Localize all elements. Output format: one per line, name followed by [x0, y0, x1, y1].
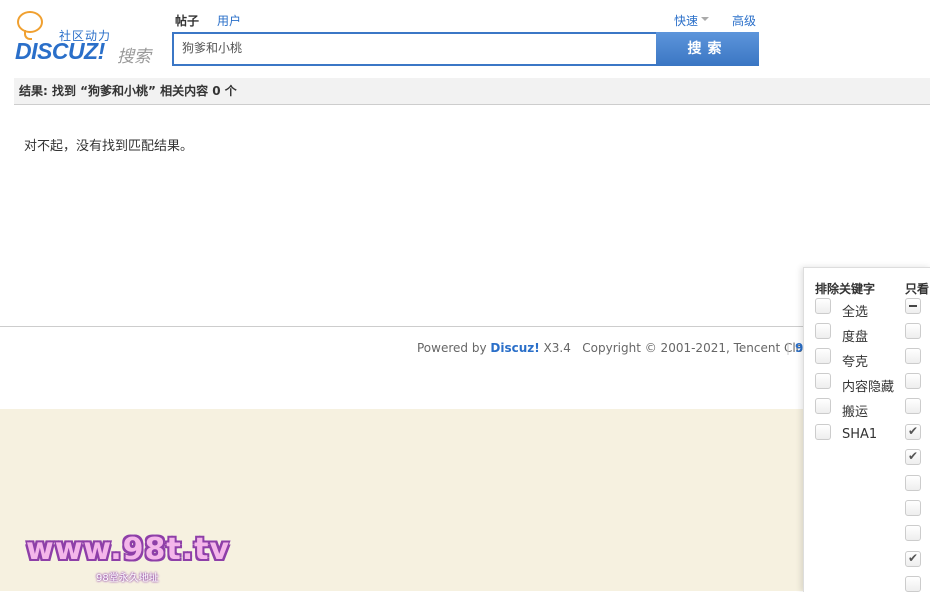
quick-search-link[interactable]: 快速 — [674, 12, 698, 29]
only-view-checkbox[interactable] — [905, 398, 921, 414]
logo-subtitle: 搜索 — [117, 47, 151, 67]
checkbox[interactable] — [815, 323, 831, 339]
exclude-keywords-header: 排除关键字 — [815, 282, 876, 296]
only-view-checkbox[interactable] — [905, 475, 921, 491]
only-view-checkbox[interactable] — [905, 449, 921, 465]
exclude-label: 度盘 — [842, 330, 869, 345]
footer-text: Powered by Discuz! X3.4 Copyright © 2001… — [417, 341, 822, 355]
checkbox[interactable] — [815, 298, 831, 314]
footer-powered: Powered by — [417, 341, 491, 355]
exclude-label: 全选 — [842, 305, 869, 320]
checkbox[interactable] — [815, 398, 831, 414]
only-view-checkbox[interactable] — [905, 348, 921, 364]
logo-brand[interactable]: DISCUZ! — [15, 38, 105, 65]
exclude-label: 夸克 — [842, 355, 869, 370]
only-view-checkbox[interactable] — [905, 551, 921, 567]
footer-discuz-link[interactable]: Discuz! — [490, 341, 539, 355]
search-button[interactable]: 搜索 — [656, 32, 759, 66]
chevron-down-icon[interactable] — [701, 17, 709, 21]
exclude-label: SHA1 — [842, 427, 878, 442]
only-view-checkbox[interactable] — [905, 576, 921, 592]
filter-panel: 排除关键字 只看 全选 度盘 夸克 内容隐藏 搬运 SHA1 — [803, 267, 930, 592]
advanced-search-link[interactable]: 高级 — [732, 12, 756, 29]
footer-separator: | — [786, 341, 791, 355]
exclude-label: 内容隐藏 — [842, 380, 895, 395]
only-view-checkbox[interactable] — [905, 323, 921, 339]
watermark-subtitle: 98堂永久地址 — [96, 573, 159, 584]
exclude-label: 搬运 — [842, 405, 869, 420]
tab-posts[interactable]: 帖子 — [175, 12, 199, 29]
search-input[interactable] — [182, 40, 642, 54]
only-view-checkbox[interactable] — [905, 525, 921, 541]
no-result-message: 对不起，没有找到匹配结果。 — [24, 139, 194, 154]
checkbox[interactable] — [815, 373, 831, 389]
only-view-checkbox[interactable] — [905, 373, 921, 389]
checkbox[interactable] — [815, 348, 831, 364]
watermark-logo: www.98t.tv — [26, 532, 231, 567]
only-view-header: 只看 — [905, 282, 930, 296]
tab-users[interactable]: 用户 — [217, 12, 241, 29]
only-view-checkbox[interactable] — [905, 298, 921, 314]
only-view-checkbox[interactable] — [905, 424, 921, 440]
result-summary: 结果: 找到 “狗爹和小桃” 相关内容 0 个 — [14, 78, 930, 105]
only-view-checkbox[interactable] — [905, 500, 921, 516]
footer-version: X3.4 — [539, 341, 571, 355]
checkbox[interactable] — [815, 424, 831, 440]
search-box — [172, 32, 658, 66]
footer-divider — [0, 326, 803, 327]
